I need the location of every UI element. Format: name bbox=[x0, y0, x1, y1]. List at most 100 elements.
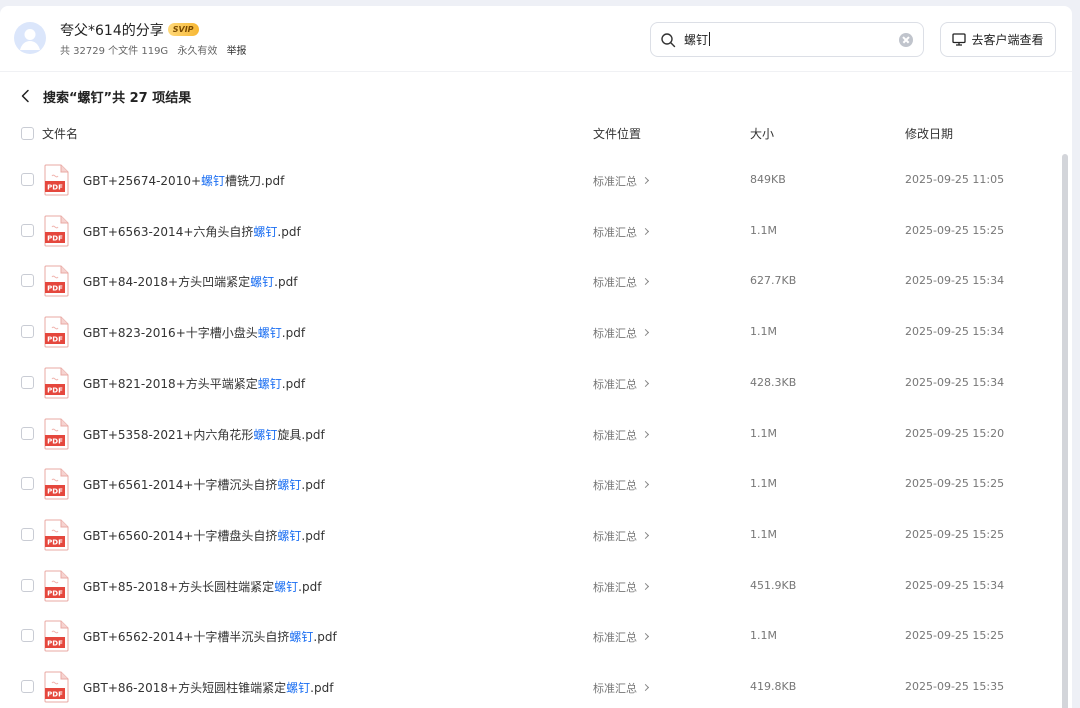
pdf-icon-label: PDF bbox=[47, 488, 63, 496]
file-location-link[interactable]: 标准汇总 bbox=[593, 427, 650, 443]
open-in-client-label: 去客户端查看 bbox=[971, 33, 1044, 47]
file-name-suffix: 旋具.pdf bbox=[277, 427, 325, 442]
file-name-prefix: GBT+5358-2021+内六角花形 bbox=[83, 427, 254, 442]
file-location-label: 标准汇总 bbox=[593, 327, 637, 341]
pdf-icon-label: PDF bbox=[47, 336, 63, 344]
file-row[interactable]: PDF GBT+821-2018+方头平端紧定螺钉.pdf 标准汇总 428.3KB 2… bbox=[0, 351, 1060, 401]
file-location-label: 标准汇总 bbox=[593, 175, 637, 188]
file-size: 1.1M bbox=[750, 477, 777, 491]
file-name-suffix: .pdf bbox=[277, 224, 301, 239]
file-row[interactable]: PDF GBT+5358-2021+内六角花形螺钉旋具.pdf 标准汇总 1.1M 20… bbox=[0, 402, 1060, 452]
back-arrow-icon[interactable] bbox=[18, 88, 34, 104]
pdf-file-icon: PDF bbox=[44, 316, 69, 348]
file-location-link[interactable]: 标准汇总 bbox=[593, 680, 650, 696]
pdf-file-icon: PDF bbox=[44, 519, 69, 551]
report-link[interactable]: 举报 bbox=[227, 46, 247, 57]
file-row[interactable]: PDF GBT+84-2018+方头凹端紧定螺钉.pdf 标准汇总 627.7KB 20… bbox=[0, 249, 1060, 299]
file-name-highlight: 螺钉 bbox=[253, 427, 278, 442]
file-name-link[interactable]: GBT+5358-2021+内六角花形螺钉旋具.pdf bbox=[83, 426, 325, 443]
file-name-link[interactable]: GBT+823-2016+十字槽小盘头螺钉.pdf bbox=[83, 324, 305, 341]
file-row[interactable]: PDF GBT+6562-2014+十字槽半沉头自挤螺钉.pdf 标准汇总 1.1M 2… bbox=[0, 604, 1060, 654]
file-name-link[interactable]: GBT+6563-2014+六角头自挤螺钉.pdf bbox=[83, 223, 301, 240]
file-row[interactable]: PDF GBT+25674-2010+螺钉槽铣刀.pdf 标准汇总 849KB 2025… bbox=[0, 148, 1060, 198]
pdf-file-icon: PDF bbox=[44, 620, 69, 652]
file-name-prefix: GBT+823-2016+十字槽小盘头 bbox=[83, 326, 258, 341]
file-location-label: 标准汇总 bbox=[593, 428, 637, 442]
file-name-highlight: 螺钉 bbox=[257, 376, 282, 391]
share-meta: 共 32729 个文件 119G 永久有效 举报 bbox=[60, 42, 253, 57]
pdf-icon-label: PDF bbox=[47, 184, 63, 192]
file-checkbox[interactable] bbox=[21, 325, 34, 339]
chevron-right-icon bbox=[641, 481, 650, 489]
file-name-highlight: 螺钉 bbox=[257, 326, 282, 341]
user-icon bbox=[20, 29, 40, 50]
file-checkbox[interactable] bbox=[21, 629, 34, 643]
file-name-suffix: .pdf bbox=[301, 528, 325, 543]
share-validity: 永久有效 bbox=[177, 46, 218, 57]
file-name-link[interactable]: GBT+84-2018+方头凹端紧定螺钉.pdf bbox=[83, 273, 297, 290]
select-all-checkbox[interactable] bbox=[21, 127, 34, 140]
file-name-link[interactable]: GBT+6562-2014+十字槽半沉头自挤螺钉.pdf bbox=[83, 628, 337, 645]
file-location-label: 标准汇总 bbox=[593, 377, 637, 391]
file-checkbox[interactable] bbox=[21, 223, 34, 237]
pdf-file-icon: PDF bbox=[44, 215, 69, 247]
file-name-highlight: 螺钉 bbox=[289, 630, 314, 645]
file-name-highlight: 螺钉 bbox=[250, 275, 275, 290]
file-row[interactable]: PDF GBT+823-2016+十字槽小盘头螺钉.pdf 标准汇总 1.1M 2025… bbox=[0, 300, 1060, 350]
file-location-label: 标准汇总 bbox=[593, 631, 637, 645]
file-checkbox[interactable] bbox=[21, 477, 34, 491]
file-row[interactable]: PDF GBT+6563-2014+六角头自挤螺钉.pdf 标准汇总 1.1M 2025… bbox=[0, 199, 1060, 249]
file-checkbox[interactable] bbox=[21, 527, 34, 541]
file-name-link[interactable]: GBT+86-2018+方头短圆柱锥端紧定螺钉.pdf bbox=[83, 679, 333, 696]
chevron-right-icon bbox=[641, 379, 650, 387]
file-checkbox[interactable] bbox=[21, 426, 34, 440]
file-location-link[interactable]: 标准汇总 bbox=[593, 579, 650, 595]
file-size: 627.7KB bbox=[750, 274, 797, 288]
file-modified-date: 2025-09-25 15:34 bbox=[905, 578, 1005, 592]
file-location-link[interactable]: 标准汇总 bbox=[593, 274, 650, 290]
file-name-highlight: 螺钉 bbox=[277, 478, 302, 493]
file-checkbox[interactable] bbox=[21, 680, 34, 693]
pdf-file-icon: PDF bbox=[44, 367, 69, 399]
file-location-link[interactable]: 标准汇总 bbox=[593, 376, 650, 392]
search-value: 螺钉 bbox=[684, 33, 709, 47]
file-modified-date: 2025-09-25 15:34 bbox=[905, 274, 1005, 288]
file-name-link[interactable]: GBT+25674-2010+螺钉槽铣刀.pdf bbox=[83, 172, 284, 189]
file-name-suffix: .pdf bbox=[301, 478, 325, 493]
file-size: 1.1M bbox=[750, 223, 777, 237]
scrollbar[interactable] bbox=[1062, 154, 1068, 708]
column-header-location[interactable]: 文件位置 bbox=[593, 125, 641, 142]
file-name-link[interactable]: GBT+85-2018+方头长圆柱端紧定螺钉.pdf bbox=[83, 578, 321, 595]
open-in-client-button[interactable]: 去客户端查看 bbox=[940, 22, 1056, 57]
share-file-count: 共 32729 个文件 119G bbox=[60, 46, 169, 57]
column-header-modified[interactable]: 修改日期 bbox=[905, 125, 953, 142]
file-checkbox[interactable] bbox=[21, 274, 34, 288]
file-location-link[interactable]: 标准汇总 bbox=[593, 528, 650, 544]
chevron-right-icon bbox=[641, 582, 650, 590]
file-location-link[interactable]: 标准汇总 bbox=[593, 629, 650, 645]
file-name-link[interactable]: GBT+821-2018+方头平端紧定螺钉.pdf bbox=[83, 375, 305, 392]
file-name-link[interactable]: GBT+6561-2014+十字槽沉头自挤螺钉.pdf bbox=[83, 476, 325, 493]
file-row[interactable]: PDF GBT+86-2018+方头短圆柱锥端紧定螺钉.pdf 标准汇总 419.8K… bbox=[0, 655, 1060, 705]
file-location-link[interactable]: 标准汇总 bbox=[593, 173, 650, 189]
file-row[interactable]: PDF GBT+6560-2014+十字槽盘头自挤螺钉.pdf 标准汇总 1.1M 20… bbox=[0, 503, 1060, 553]
results-title: 搜索“螺钉”共 27 项结果 bbox=[43, 90, 192, 106]
search-input[interactable]: 螺钉 bbox=[650, 22, 924, 57]
file-name-link[interactable]: GBT+6560-2014+十字槽盘头自挤螺钉.pdf bbox=[83, 527, 325, 544]
clear-search-icon[interactable] bbox=[899, 33, 913, 47]
pdf-icon-label: PDF bbox=[47, 234, 63, 242]
file-checkbox[interactable] bbox=[21, 375, 34, 389]
file-location-link[interactable]: 标准汇总 bbox=[593, 224, 650, 240]
column-header-size[interactable]: 大小 bbox=[750, 125, 774, 142]
file-row[interactable]: PDF GBT+85-2018+方头长圆柱端紧定螺钉.pdf 标准汇总 451.9KB… bbox=[0, 554, 1060, 604]
column-header-name[interactable]: 文件名 bbox=[42, 125, 78, 142]
file-location-link[interactable]: 标准汇总 bbox=[593, 477, 650, 493]
pdf-file-icon: PDF bbox=[44, 570, 69, 602]
file-location-link[interactable]: 标准汇总 bbox=[593, 325, 650, 341]
pdf-file-icon: PDF bbox=[44, 418, 69, 449]
file-checkbox[interactable] bbox=[21, 578, 34, 592]
file-checkbox[interactable] bbox=[21, 173, 34, 186]
pdf-file-icon: PDF bbox=[44, 468, 69, 500]
file-location-label: 标准汇总 bbox=[593, 225, 637, 239]
file-row[interactable]: PDF GBT+6561-2014+十字槽沉头自挤螺钉.pdf 标准汇总 1.1M 20… bbox=[0, 452, 1060, 502]
